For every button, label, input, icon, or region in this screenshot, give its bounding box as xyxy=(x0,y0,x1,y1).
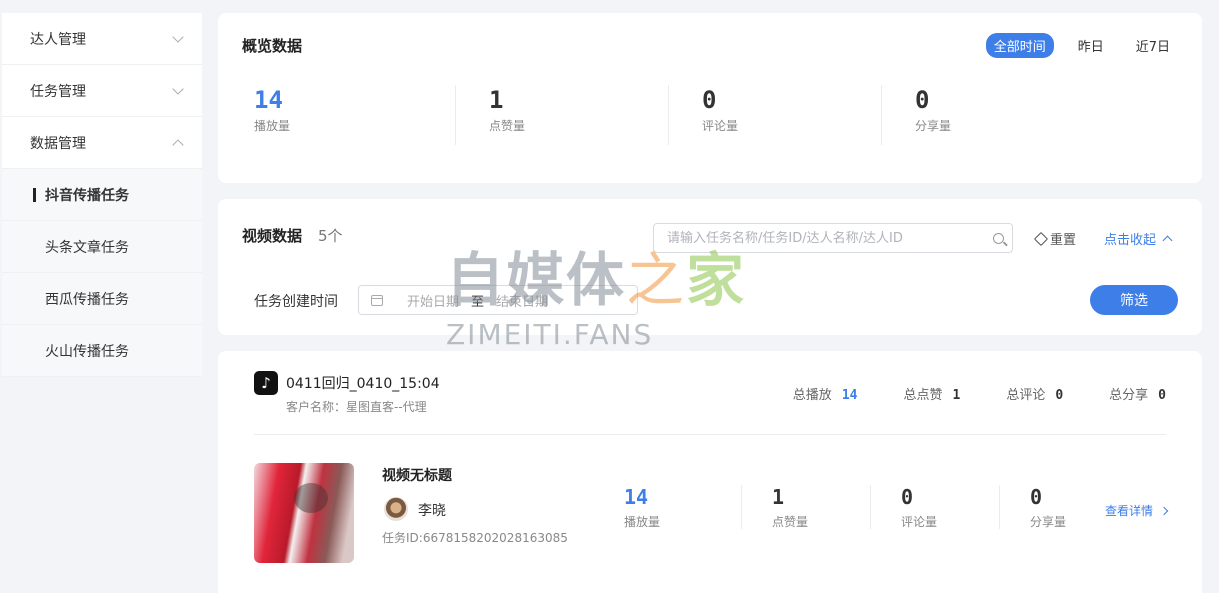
reset-label: 重置 xyxy=(1050,233,1077,248)
stat-label: 播放量 xyxy=(254,119,291,133)
overview-title: 概览数据 xyxy=(242,37,303,55)
eraser-icon xyxy=(1033,231,1049,246)
tab-yesterday[interactable]: 昨日 xyxy=(1070,33,1112,58)
stat-shares: 0 分享量 xyxy=(881,85,1094,145)
stat-label: 分享量 xyxy=(915,119,952,133)
menu-group-data[interactable]: 数据管理 xyxy=(2,117,202,169)
author-name: 李晓 xyxy=(418,503,446,519)
menu-group-label: 数据管理 xyxy=(30,135,86,152)
stat-value: 0 xyxy=(901,485,914,509)
start-date-placeholder[interactable]: 开始日期 xyxy=(407,291,459,310)
stat-value: 1 xyxy=(772,485,785,509)
video-stat-plays: 14 播放量 xyxy=(612,485,741,529)
search-icon[interactable] xyxy=(993,232,1004,244)
collapse-label: 点击收起 xyxy=(1104,233,1157,248)
stat-likes: 1 点赞量 xyxy=(455,85,668,145)
submenu-data: 抖音传播任务 头条文章任务 西瓜传播任务 火山传播任务 xyxy=(2,169,202,377)
chevron-up-icon xyxy=(172,138,184,151)
total-value: 14 xyxy=(841,388,858,403)
menu-group-talent[interactable]: 达人管理 xyxy=(2,13,202,65)
avatar xyxy=(384,497,408,521)
menu-group-label: 达人管理 xyxy=(30,31,86,48)
collapse-button[interactable]: 点击收起 xyxy=(1104,229,1173,248)
video-thumbnail[interactable] xyxy=(254,463,354,563)
video-stat-likes: 1 点赞量 xyxy=(741,485,870,529)
video-data-title: 视频数据 xyxy=(242,227,303,245)
video-title: 视频无标题 xyxy=(382,468,452,484)
stat-label: 播放量 xyxy=(624,515,661,529)
date-range-picker[interactable]: 开始日期 至 结束日期 xyxy=(358,285,638,315)
menu-group-label: 任务管理 xyxy=(30,83,86,100)
search-input[interactable] xyxy=(667,230,993,246)
sidebar-item-douyin[interactable]: 抖音传播任务 xyxy=(2,169,202,221)
tiktok-icon: ♪ xyxy=(254,371,278,395)
total-likes: 总点赞 1 xyxy=(903,384,960,403)
total-label: 总点赞 xyxy=(903,388,943,403)
sidebar-item-label: 头条文章任务 xyxy=(45,239,129,256)
client-name: 客户名称：星图直客--代理 xyxy=(286,400,427,414)
stat-value: 14 xyxy=(254,86,283,114)
total-plays: 总播放 14 xyxy=(793,384,858,403)
stat-plays: 14 播放量 xyxy=(242,85,455,145)
video-stats: 14 播放量 1 点赞量 0 评论量 0 分享量 xyxy=(612,485,1128,529)
sidebar-item-label: 西瓜传播任务 xyxy=(45,291,129,308)
sidebar-item-huoshan[interactable]: 火山传播任务 xyxy=(2,325,202,377)
video-stat-comments: 0 评论量 xyxy=(870,485,999,529)
stat-value: 1 xyxy=(489,86,504,114)
stat-label: 评论量 xyxy=(702,119,739,133)
range-separator: 至 xyxy=(471,294,485,310)
chevron-up-icon xyxy=(1162,235,1173,246)
chevron-down-icon xyxy=(172,82,184,95)
sidebar-item-toutiao[interactable]: 头条文章任务 xyxy=(2,221,202,273)
chevron-down-icon xyxy=(172,30,184,43)
video-data-card: 视频数据 5个 重置 点击收起 任务创建时间 开始日期 至 结束日期 筛选 xyxy=(218,199,1202,335)
stat-value: 0 xyxy=(915,86,930,114)
stat-label: 点赞量 xyxy=(489,119,526,133)
tab-all-time[interactable]: 全部时间 xyxy=(985,33,1054,58)
total-label: 总评论 xyxy=(1006,388,1046,403)
task-card: ♪ 0411回归_0410_15:04 客户名称：星图直客--代理 总播放 14… xyxy=(218,351,1202,593)
reset-button[interactable]: 重置 xyxy=(1033,229,1077,248)
chevron-right-icon xyxy=(1159,506,1169,515)
time-tabs: 全部时间 昨日 近7日 xyxy=(970,33,1178,58)
task-name: 0411回归_0410_15:04 xyxy=(286,376,440,392)
total-value: 0 xyxy=(1158,388,1166,403)
tab-last-7-days[interactable]: 近7日 xyxy=(1128,33,1178,58)
total-label: 总播放 xyxy=(792,388,832,403)
sidebar-item-label: 抖音传播任务 xyxy=(45,187,129,204)
stat-value: 14 xyxy=(624,485,649,509)
filter-label: 任务创建时间 xyxy=(254,294,338,310)
overview-stats: 14 播放量 1 点赞量 0 评论量 0 分享量 xyxy=(242,85,1094,145)
total-value: 1 xyxy=(952,388,961,403)
task-totals: 总播放 14 总点赞 1 总评论 0 总分享 0 xyxy=(747,384,1166,403)
stat-comments: 0 评论量 xyxy=(668,85,881,145)
total-comments: 总评论 0 xyxy=(1006,384,1063,403)
stat-value: 0 xyxy=(702,86,717,114)
details-label: 查看详情 xyxy=(1105,504,1154,518)
divider xyxy=(254,434,1166,435)
sidebar-item-xigua[interactable]: 西瓜传播任务 xyxy=(2,273,202,325)
video-count: 5个 xyxy=(318,227,343,245)
end-date-placeholder[interactable]: 结束日期 xyxy=(496,291,548,310)
task-id: 任务ID:6678158202028163085 xyxy=(382,531,568,545)
sidebar-item-label: 火山传播任务 xyxy=(45,343,129,360)
stat-label: 点赞量 xyxy=(772,515,809,529)
sidebar: 达人管理 任务管理 数据管理 抖音传播任务 头条文章任务 西瓜传播任务 火山传播… xyxy=(2,13,202,377)
menu-group-tasks[interactable]: 任务管理 xyxy=(2,65,202,117)
view-details-link[interactable]: 查看详情 xyxy=(1105,502,1169,519)
search-box xyxy=(653,223,1013,253)
stat-label: 评论量 xyxy=(901,515,938,529)
filter-button[interactable]: 筛选 xyxy=(1090,285,1178,315)
total-shares: 总分享 0 xyxy=(1109,384,1166,403)
total-value: 0 xyxy=(1055,388,1064,403)
total-label: 总分享 xyxy=(1109,388,1149,403)
overview-card: 概览数据 全部时间 昨日 近7日 14 播放量 1 点赞量 0 评论量 0 分享… xyxy=(218,13,1202,183)
calendar-icon xyxy=(371,294,383,306)
